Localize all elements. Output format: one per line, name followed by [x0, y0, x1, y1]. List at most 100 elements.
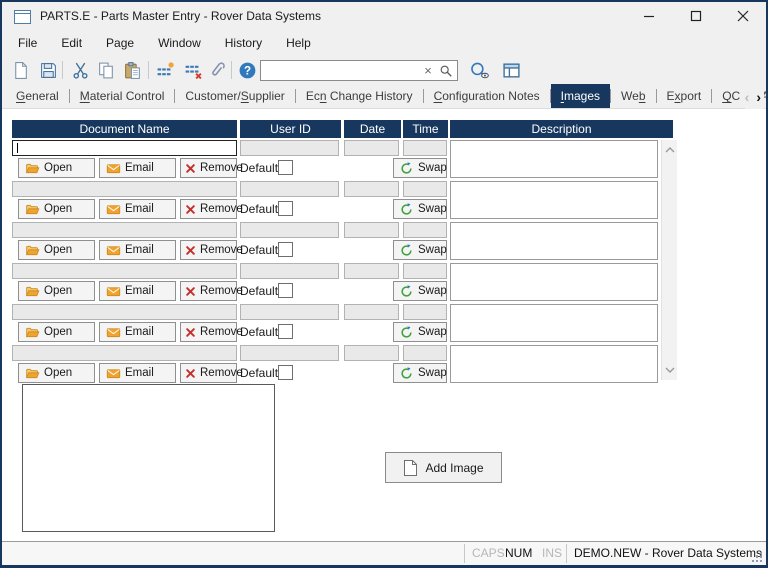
date-field[interactable] [344, 222, 399, 238]
user-id-field[interactable] [240, 304, 339, 320]
save-button[interactable] [36, 59, 60, 82]
add-image-button[interactable]: Add Image [385, 452, 502, 483]
description-field[interactable] [450, 181, 658, 219]
swap-button[interactable]: Swap [393, 363, 447, 383]
tab-general[interactable]: General [6, 84, 69, 108]
open-button[interactable]: Open [18, 199, 95, 219]
tab-export[interactable]: Export [657, 84, 712, 108]
menu-file[interactable]: File [6, 30, 49, 56]
remove-button[interactable]: Remove [180, 363, 237, 383]
document-name-field[interactable] [12, 304, 237, 320]
time-field[interactable] [403, 181, 447, 197]
default-checkbox[interactable] [278, 160, 293, 175]
open-button[interactable]: Open [18, 281, 95, 301]
search-icon[interactable] [439, 64, 453, 78]
svg-text:?: ? [243, 65, 250, 78]
user-id-field[interactable] [240, 345, 339, 361]
description-field[interactable] [450, 140, 658, 178]
time-field[interactable] [403, 222, 447, 238]
date-field[interactable] [344, 345, 399, 361]
document-name-field[interactable] [12, 263, 237, 279]
description-field[interactable] [450, 222, 658, 260]
paste-button[interactable] [120, 59, 144, 82]
description-field[interactable] [450, 345, 658, 383]
menu-edit[interactable]: Edit [49, 30, 94, 56]
delete-record-button[interactable] [181, 59, 205, 82]
window-border-top [0, 0, 768, 2]
tab-images[interactable]: Images [551, 84, 610, 108]
tab-configuration-notes[interactable]: Configuration Notes [424, 84, 550, 108]
email-button[interactable]: Email [99, 158, 176, 178]
tab-scroll-right-icon[interactable]: › [756, 89, 761, 105]
menu-page[interactable]: Page [94, 30, 146, 56]
user-id-field[interactable] [240, 140, 339, 156]
close-button[interactable] [719, 2, 766, 30]
date-field[interactable] [344, 304, 399, 320]
remove-button[interactable]: Remove [180, 240, 237, 260]
help-button[interactable]: ? [235, 59, 259, 82]
window-layout-button[interactable] [499, 59, 523, 82]
user-id-field[interactable] [240, 263, 339, 279]
document-name-field[interactable] [12, 345, 237, 361]
document-name-field[interactable] [12, 222, 237, 238]
date-field[interactable] [344, 181, 399, 197]
tab-material-control[interactable]: Material Control [70, 84, 175, 108]
open-button[interactable]: Open [18, 240, 95, 260]
time-field[interactable] [403, 263, 447, 279]
user-id-field[interactable] [240, 222, 339, 238]
tab-web[interactable]: Web [611, 84, 655, 108]
default-checkbox[interactable] [278, 365, 293, 380]
swap-button[interactable]: Swap [393, 199, 447, 219]
remove-button[interactable]: Remove [180, 158, 237, 178]
default-checkbox[interactable] [278, 242, 293, 257]
tab-customer-supplier[interactable]: Customer/Supplier [175, 84, 294, 108]
swap-button[interactable]: Swap [393, 158, 447, 178]
document-name-field[interactable] [12, 181, 237, 197]
menu-history[interactable]: History [213, 30, 274, 56]
scroll-up-button[interactable] [662, 142, 678, 158]
maximize-button[interactable] [672, 2, 719, 30]
search-input[interactable] [264, 62, 421, 79]
open-button[interactable]: Open [18, 322, 95, 342]
email-button[interactable]: Email [99, 281, 176, 301]
remove-button[interactable]: Remove [180, 281, 237, 301]
time-field[interactable] [403, 304, 447, 320]
add-record-button[interactable] [153, 59, 177, 82]
email-button[interactable]: Email [99, 240, 176, 260]
lookup-preview-button[interactable] [465, 59, 493, 82]
clear-search-icon[interactable]: × [421, 61, 435, 80]
time-field[interactable] [403, 140, 447, 156]
remove-button[interactable]: Remove [180, 322, 237, 342]
user-id-field[interactable] [240, 181, 339, 197]
open-button[interactable]: Open [18, 363, 95, 383]
open-button[interactable]: Open [18, 158, 95, 178]
description-field[interactable] [450, 263, 658, 301]
remove-button[interactable]: Remove [180, 199, 237, 219]
default-checkbox[interactable] [278, 324, 293, 339]
resize-grip[interactable] [752, 552, 763, 563]
tab-scroll-left-icon[interactable]: ‹ [745, 89, 750, 105]
swap-button[interactable]: Swap [393, 281, 447, 301]
email-button[interactable]: Email [99, 322, 176, 342]
document-name-field[interactable] [12, 140, 237, 156]
minimize-button[interactable] [625, 2, 672, 30]
date-field[interactable] [344, 140, 399, 156]
swap-button[interactable]: Swap [393, 322, 447, 342]
date-field[interactable] [344, 263, 399, 279]
description-field[interactable] [450, 304, 658, 342]
new-document-button[interactable] [8, 59, 32, 82]
copy-button[interactable] [94, 59, 118, 82]
default-checkbox[interactable] [278, 201, 293, 216]
tab-ecn-change-history[interactable]: Ecn Change History [296, 84, 423, 108]
cut-button[interactable] [68, 59, 92, 82]
email-button[interactable]: Email [99, 363, 176, 383]
menu-window[interactable]: Window [146, 30, 213, 56]
email-button[interactable]: Email [99, 199, 176, 219]
vertical-scrollbar[interactable] [661, 140, 677, 380]
time-field[interactable] [403, 345, 447, 361]
scroll-down-button[interactable] [662, 362, 678, 378]
swap-button[interactable]: Swap [393, 240, 447, 260]
attachments-button[interactable] [205, 59, 229, 82]
default-checkbox[interactable] [278, 283, 293, 298]
menu-help[interactable]: Help [274, 30, 323, 56]
